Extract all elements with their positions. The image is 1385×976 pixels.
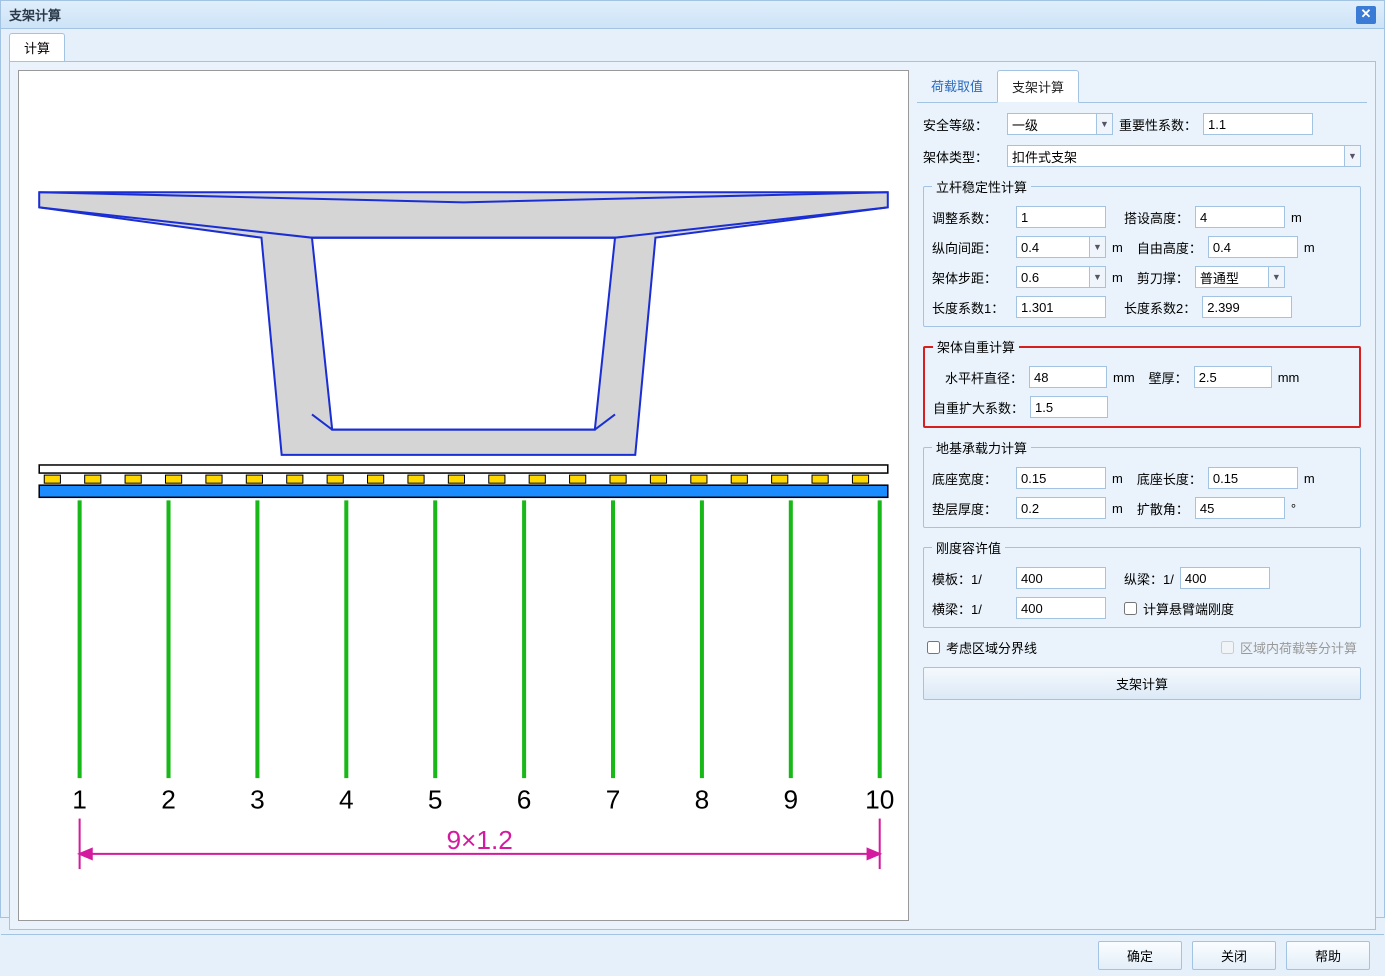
svg-text:6: 6 (517, 784, 532, 814)
cantilever-cb-label: 计算悬臂端刚度 (1143, 599, 1234, 618)
svg-text:9: 9 (784, 784, 799, 814)
step-label: 架体步距： (932, 268, 1010, 287)
svg-text:7: 7 (606, 784, 621, 814)
crossbeam-label: 横梁：1/ (932, 599, 1010, 618)
svg-text:8: 8 (695, 784, 710, 814)
pad-thickness-input[interactable] (1016, 497, 1106, 519)
foundation-fieldset: 地基承载力计算 底座宽度： m 底座长度： m 垫层厚度： (923, 438, 1361, 528)
unit-m: m (1112, 240, 1123, 255)
importance-label: 重要性系数： (1119, 115, 1197, 134)
unit-m: m (1112, 471, 1123, 486)
base-width-input[interactable] (1016, 467, 1106, 489)
svg-text:3: 3 (250, 784, 265, 814)
sidebar-tabs: 荷载取值 支架计算 (917, 70, 1367, 103)
load-equal-label: 区域内荷载等分计算 (1240, 638, 1357, 657)
crossbeam-input[interactable] (1016, 597, 1106, 619)
stiffness-legend: 刚度容许值 (932, 538, 1005, 557)
unit-m: m (1304, 240, 1315, 255)
titlebar: 支架计算 ✕ (1, 1, 1384, 29)
erect-height-input[interactable] (1195, 206, 1285, 228)
unit-mm: mm (1113, 370, 1135, 385)
len1-label: 长度系数1： (932, 298, 1010, 317)
chevron-down-icon[interactable]: ▼ (1269, 266, 1285, 288)
diagram-canvas: 1 2 3 4 5 6 7 8 9 10 (18, 70, 909, 921)
svg-text:10: 10 (865, 784, 894, 814)
base-length-input[interactable] (1208, 467, 1298, 489)
base-length-label: 底座长度： (1137, 469, 1202, 488)
calc-button[interactable]: 支架计算 (923, 667, 1361, 700)
spread-angle-input[interactable] (1195, 497, 1285, 519)
cantilever-checkbox[interactable] (1124, 602, 1137, 615)
help-button[interactable]: 帮助 (1286, 941, 1370, 970)
hbar-diameter-label: 水平杆直径： (933, 368, 1023, 387)
chevron-down-icon[interactable]: ▼ (1345, 145, 1361, 167)
area-divider-checkbox[interactable] (927, 641, 940, 654)
chevron-down-icon[interactable]: ▼ (1090, 236, 1106, 258)
spread-angle-label: 扩散角： (1137, 499, 1189, 518)
footer: 确定 关闭 帮助 (1, 934, 1384, 976)
close-icon[interactable]: ✕ (1356, 6, 1376, 24)
erect-height-label: 搭设高度： (1124, 208, 1189, 227)
chevron-down-icon[interactable]: ▼ (1090, 266, 1106, 288)
wall-thickness-label: 壁厚： (1149, 368, 1188, 387)
selfweight-legend: 架体自重计算 (933, 337, 1019, 356)
hbar-diameter-input[interactable] (1029, 366, 1107, 388)
unit-m: m (1112, 501, 1123, 516)
safety-level-select[interactable] (1007, 113, 1097, 135)
frame-type-select[interactable] (1007, 145, 1345, 167)
long-spacing-input[interactable] (1016, 236, 1090, 258)
selfweight-amp-input[interactable] (1030, 396, 1108, 418)
longbeam-label: 纵梁：1/ (1124, 569, 1174, 588)
svg-text:5: 5 (428, 784, 443, 814)
ok-button[interactable]: 确定 (1098, 941, 1182, 970)
len2-input[interactable] (1202, 296, 1292, 318)
chevron-down-icon[interactable]: ▼ (1097, 113, 1113, 135)
svg-text:1: 1 (72, 784, 87, 814)
wall-thickness-input[interactable] (1194, 366, 1272, 388)
frame-type-label: 架体类型： (923, 147, 1001, 166)
unit-deg: ° (1291, 501, 1296, 516)
main-tabbar: 计算 (1, 29, 1384, 61)
base-width-label: 底座宽度： (932, 469, 1010, 488)
selfweight-fieldset: 架体自重计算 水平杆直径： mm 壁厚： mm 自重扩大系数： (923, 337, 1361, 428)
pad-thickness-label: 垫层厚度： (932, 499, 1010, 518)
free-height-input[interactable] (1208, 236, 1298, 258)
len2-label: 长度系数2： (1124, 298, 1196, 317)
brace-select[interactable] (1195, 266, 1269, 288)
tab-calculate[interactable]: 计算 (9, 33, 65, 61)
area-divider-label: 考虑区域分界线 (946, 638, 1037, 657)
adj-coef-input[interactable] (1016, 206, 1106, 228)
stability-fieldset: 立杆稳定性计算 调整系数： 搭设高度： m 纵向间距： (923, 177, 1361, 327)
load-equal-checkbox (1221, 641, 1234, 654)
foundation-legend: 地基承载力计算 (932, 438, 1031, 457)
window-title: 支架计算 (9, 5, 61, 24)
svg-text:9×1.2: 9×1.2 (446, 825, 512, 855)
close-button[interactable]: 关闭 (1192, 941, 1276, 970)
tab-load-values[interactable]: 荷载取值 (917, 70, 997, 102)
tab-scaffold-calc[interactable]: 支架计算 (997, 70, 1079, 103)
step-input[interactable] (1016, 266, 1090, 288)
long-spacing-label: 纵向间距： (932, 238, 1010, 257)
adj-coef-label: 调整系数： (932, 208, 1010, 227)
free-height-label: 自由高度： (1137, 238, 1202, 257)
importance-input[interactable] (1203, 113, 1313, 135)
bridge-diagram: 1 2 3 4 5 6 7 8 9 10 (19, 71, 908, 920)
formwork-label: 模板：1/ (932, 569, 1010, 588)
unit-m: m (1112, 270, 1123, 285)
selfweight-amp-label: 自重扩大系数： (933, 398, 1024, 417)
unit-m: m (1304, 471, 1315, 486)
stiffness-fieldset: 刚度容许值 模板：1/ 纵梁：1/ 横梁：1/ (923, 538, 1361, 628)
unit-m: m (1291, 210, 1302, 225)
len1-input[interactable] (1016, 296, 1106, 318)
svg-text:2: 2 (161, 784, 176, 814)
unit-mm: mm (1278, 370, 1300, 385)
svg-text:4: 4 (339, 784, 354, 814)
stability-legend: 立杆稳定性计算 (932, 177, 1031, 196)
safety-level-label: 安全等级： (923, 115, 1001, 134)
formwork-input[interactable] (1016, 567, 1106, 589)
brace-label: 剪刀撑： (1137, 268, 1189, 287)
longbeam-input[interactable] (1180, 567, 1270, 589)
